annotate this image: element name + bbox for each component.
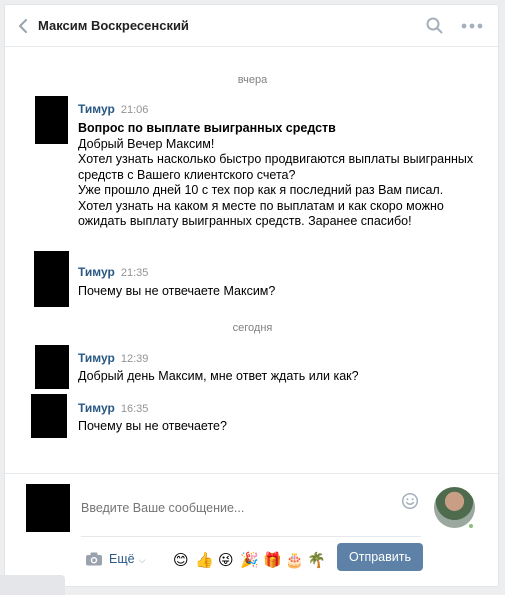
emoji-gift[interactable]: 🎁 xyxy=(263,551,282,569)
avatar[interactable] xyxy=(34,251,69,307)
message-input[interactable] xyxy=(81,488,411,528)
attach-photo-button[interactable] xyxy=(85,552,103,566)
message-author[interactable]: Тимур 16:35 xyxy=(78,401,148,415)
author-name[interactable]: Тимур xyxy=(78,265,115,279)
more-attachments-button[interactable]: Ещё ⌵ xyxy=(109,552,145,566)
bottom-tab-stub[interactable] xyxy=(0,575,65,595)
date-separator: сегодня xyxy=(232,322,273,334)
emoji-palm-tree[interactable]: 🌴 xyxy=(307,551,326,569)
emoji-picker-button[interactable] xyxy=(401,492,419,510)
message-time: 21:06 xyxy=(120,104,149,116)
message-time: 12:39 xyxy=(120,353,149,365)
emoji-party-popper[interactable]: 🎉 xyxy=(240,551,259,569)
input-underline xyxy=(81,536,421,537)
more-dots-icon xyxy=(461,23,483,29)
avatar[interactable] xyxy=(35,96,68,144)
search-icon xyxy=(426,17,443,34)
dialog-header: Максим Воскресенский xyxy=(5,5,498,47)
author-name[interactable]: Тимур xyxy=(78,401,115,415)
message-text: Почему вы не отвечаете? xyxy=(78,419,227,433)
message-author[interactable]: Тимур 12:39 xyxy=(78,351,148,365)
emoji-smile[interactable]: 😊 xyxy=(173,551,189,569)
camera-icon xyxy=(86,552,102,566)
message-text: Почему вы не отвечаете Максим? xyxy=(78,284,276,298)
online-indicator xyxy=(467,522,475,530)
message-time: 16:35 xyxy=(120,403,149,415)
send-button[interactable]: Отправить xyxy=(337,543,423,571)
date-separator: вчера xyxy=(237,74,268,86)
back-button[interactable] xyxy=(13,15,35,37)
chevron-down-icon: ⌵ xyxy=(138,555,146,565)
message-time: 21:35 xyxy=(120,267,149,279)
message-subject: Вопрос по выплате выигранных средств xyxy=(78,121,336,135)
my-avatar[interactable] xyxy=(26,484,70,532)
more-actions-button[interactable] xyxy=(459,16,485,36)
dialog-panel: Максим Воскресенский вчера Тимур 21:06 Во… xyxy=(4,4,499,587)
search-button[interactable] xyxy=(425,16,445,36)
chevron-left-icon xyxy=(19,19,27,33)
message-composer: Ещё⌵ 😊 👍 😜 🎉 🎁 🎂 🌴 Отправить xyxy=(5,473,498,586)
message-author[interactable]: Тимур 21:35 xyxy=(78,265,148,279)
message-text: Добрый день Максим, мне ответ ждать или … xyxy=(78,369,359,383)
message-content: Добрый Вечер Максим! Хотел узнать наскол… xyxy=(78,136,474,229)
dialog-title[interactable]: Максим Воскресенский xyxy=(38,18,189,33)
message-author[interactable]: Тимур 21:06 xyxy=(78,102,148,116)
author-name[interactable]: Тимур xyxy=(78,351,115,365)
more-attachments-label: Ещё xyxy=(109,552,135,566)
avatar[interactable] xyxy=(31,394,67,438)
emoji-thumbs-up[interactable]: 👍 xyxy=(195,551,214,569)
avatar[interactable] xyxy=(35,345,69,389)
emoji-wink-tongue[interactable]: 😜 xyxy=(218,551,234,569)
author-name[interactable]: Тимур xyxy=(78,102,115,116)
emoji-cake[interactable]: 🎂 xyxy=(285,551,304,569)
smile-icon xyxy=(401,492,419,510)
message-text: Вопрос по выплате выигранных средств Доб… xyxy=(78,121,478,230)
